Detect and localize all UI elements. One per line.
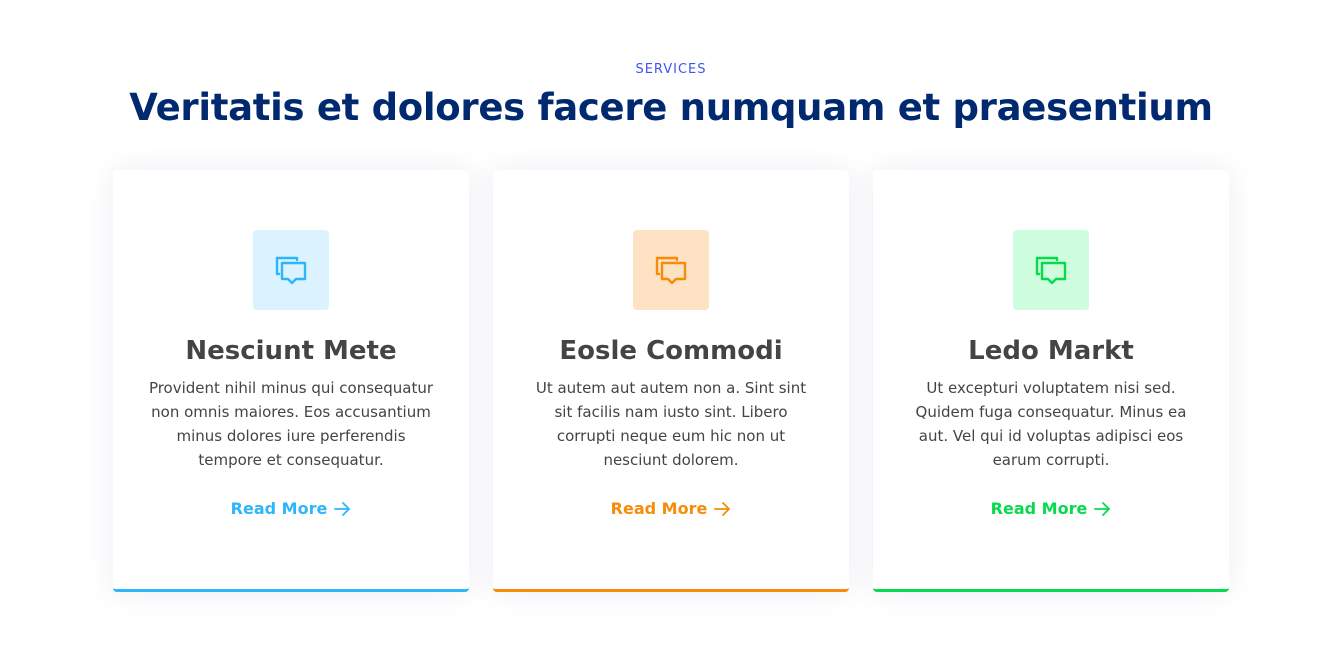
arrow-right-icon xyxy=(1094,502,1111,516)
card-text: Ut autem aut autem non a. Sint sint sit … xyxy=(535,379,807,469)
read-more-label: Read More xyxy=(990,499,1088,518)
card-text: Ut excepturi voluptatem nisi sed. Quidem… xyxy=(915,379,1187,469)
chat-icon xyxy=(655,256,687,285)
section-eyebrow: SERVICES xyxy=(635,62,707,77)
service-card: Ledo Markt Ut excepturi voluptatem nisi … xyxy=(873,170,1229,592)
card-title: Eosle Commodi xyxy=(559,336,783,366)
arrow-right-icon xyxy=(714,502,731,516)
read-more-link[interactable]: Read More xyxy=(113,497,469,521)
chat-icon xyxy=(1035,256,1067,285)
card-title: Nesciunt Mete xyxy=(185,336,397,366)
icon-box xyxy=(633,230,709,310)
card-title: Ledo Markt xyxy=(968,336,1134,366)
read-more-label: Read More xyxy=(610,499,708,518)
icon-box xyxy=(253,230,329,310)
card-text: Provident nihil minus qui consequatur no… xyxy=(148,379,434,469)
arrow-right-icon xyxy=(334,502,351,516)
chat-icon xyxy=(275,256,307,285)
service-card: Eosle Commodi Ut autem aut autem non a. … xyxy=(493,170,849,592)
read-more-link[interactable]: Read More xyxy=(493,497,849,521)
read-more-link[interactable]: Read More xyxy=(873,497,1229,521)
read-more-label: Read More xyxy=(230,499,328,518)
services-section: SERVICES Veritatis et dolores facere num… xyxy=(0,0,1342,647)
service-card: Nesciunt Mete Provident nihil minus qui … xyxy=(113,170,469,592)
section-headline: Veritatis et dolores facere numquam et p… xyxy=(129,86,1213,129)
icon-box xyxy=(1013,230,1089,310)
